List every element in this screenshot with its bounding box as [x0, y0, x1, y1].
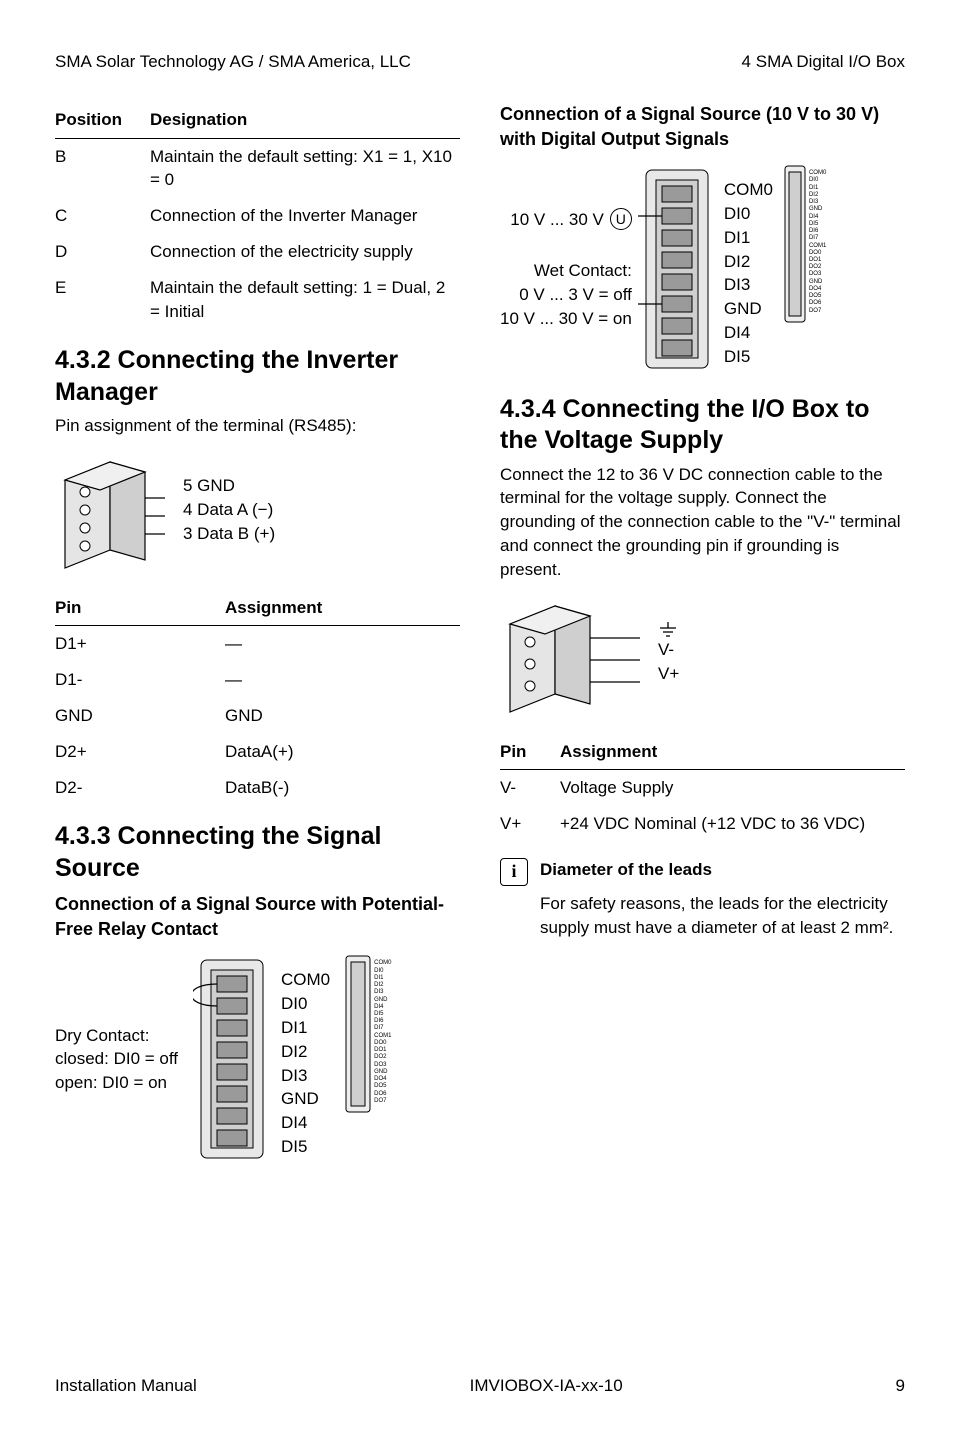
info-icon: i [500, 858, 528, 886]
tiny-labels: COM0DI0 DI1DI2 DI3GND DI4DI5 DI6DI7 COM1… [374, 954, 391, 1104]
term-label: COM0 [281, 968, 330, 992]
sec-434-title: 4.3.4 Connecting the I/O Box to the Volt… [500, 394, 905, 457]
pin-head-0: Pin [55, 590, 225, 626]
footer-left: Installation Manual [55, 1374, 197, 1398]
vpin-head-0: Pin [500, 734, 560, 770]
term-label: DI3 [281, 1064, 330, 1088]
module-icon [783, 164, 807, 324]
term-label: GND [281, 1087, 330, 1111]
header-left: SMA Solar Technology AG / SMA America, L… [55, 50, 411, 74]
right-top-title: Connection of a Signal Source (10 V to 3… [500, 102, 905, 152]
sec-433-title: 4.3.3 Connecting the Signal Source [55, 821, 460, 884]
figure-dry-contact: Dry Contact: closed: DI0 = off open: DI0… [55, 954, 460, 1164]
table-row: GNDGND [55, 698, 460, 734]
term-label: DI4 [281, 1111, 330, 1135]
term-label: DI0 [281, 992, 330, 1016]
table-row: CConnection of the Inverter Manager [55, 198, 460, 234]
term-label: DI5 [724, 345, 773, 369]
term-label: GND [724, 297, 773, 321]
vpin-head-1: Assignment [560, 734, 905, 770]
page-header: SMA Solar Technology AG / SMA America, L… [55, 50, 905, 74]
positions-table: Position Designation BMaintain the defau… [55, 102, 460, 330]
table-row: BMaintain the default setting: X1 = 1, X… [55, 138, 460, 198]
dry-line: Dry Contact: [55, 1024, 185, 1048]
pin-label: 3 Data B (+) [183, 522, 275, 546]
info-block: i Diameter of the leads For safety reaso… [500, 858, 905, 951]
term-label: DI4 [724, 321, 773, 345]
term-label: DI1 [724, 226, 773, 250]
sec-432-title: 4.3.2 Connecting the Inverter Manager [55, 345, 460, 408]
term-label: DI0 [724, 202, 773, 226]
term-label: COM0 [724, 178, 773, 202]
pin-table: Pin Assignment D1+— D1-— GNDGND D2+DataA… [55, 590, 460, 806]
fig-label: V- [658, 638, 679, 662]
dry-line: closed: DI0 = off [55, 1047, 185, 1071]
footer-right: 9 [896, 1374, 905, 1398]
wet-line: 10 V ... 30 V = on [500, 307, 632, 331]
figure-voltage: V- V+ [500, 594, 905, 714]
term-label: DI3 [724, 273, 773, 297]
sec-433-sub1: Connection of a Signal Source with Poten… [55, 892, 460, 942]
connector-icon [55, 450, 165, 570]
term-label: DI1 [281, 1016, 330, 1040]
table-row: DConnection of the electricity supply [55, 234, 460, 270]
right-column: Connection of a Signal Source (10 V to 3… [500, 102, 905, 1185]
left-column: Position Designation BMaintain the defau… [55, 102, 460, 1185]
sec-434-body: Connect the 12 to 36 V DC connection cab… [500, 463, 905, 582]
figure-rs485: 5 GND 4 Data A (−) 3 Data B (+) [55, 450, 460, 570]
table-row: D1+— [55, 626, 460, 662]
table-row: V++24 VDC Nominal (+12 VDC to 36 VDC) [500, 806, 905, 842]
positions-head-1: Designation [150, 102, 460, 138]
table-row: D2-DataB(-) [55, 770, 460, 806]
page-footer: Installation Manual IMVIOBOX-IA-xx-10 9 [55, 1374, 905, 1398]
pin-label: 4 Data A (−) [183, 498, 275, 522]
term-label: DI2 [281, 1040, 330, 1064]
dry-line: open: DI0 = on [55, 1071, 185, 1095]
voltage-pin-table: Pin Assignment V-Voltage Supply V++24 VD… [500, 734, 905, 842]
tiny-labels: COM0DI0 DI1DI2 DI3GND DI4DI5 DI6DI7 COM1… [809, 164, 826, 314]
wet-line: 0 V ... 3 V = off [500, 283, 632, 307]
table-row: D1-— [55, 662, 460, 698]
info-title: Diameter of the leads [540, 858, 905, 882]
ground-icon [658, 622, 678, 638]
voltage-source-icon: U [610, 208, 632, 230]
footer-center: IMVIOBOX-IA-xx-10 [470, 1374, 623, 1398]
terminal-8-icon [638, 164, 718, 374]
positions-head-0: Position [55, 102, 150, 138]
terminal-8-icon [193, 954, 273, 1164]
table-row: D2+DataA(+) [55, 734, 460, 770]
module-icon [344, 954, 372, 1114]
table-row: V-Voltage Supply [500, 770, 905, 806]
figure-wet-contact: 10 V ... 30 V U Wet Contact: 0 V ... 3 V… [500, 164, 905, 374]
fig-label: V+ [658, 662, 679, 686]
pin-head-1: Assignment [225, 590, 460, 626]
body-columns: Position Designation BMaintain the defau… [55, 102, 905, 1185]
info-body: For safety reasons, the leads for the el… [540, 892, 905, 940]
table-row: EMaintain the default setting: 1 = Dual,… [55, 270, 460, 330]
wet-line: Wet Contact: [500, 259, 632, 283]
connector-icon [500, 594, 640, 714]
sec-432-sub: Pin assignment of the terminal (RS485): [55, 414, 460, 438]
header-right: 4 SMA Digital I/O Box [742, 50, 905, 74]
term-label: DI2 [724, 250, 773, 274]
pin-label: 5 GND [183, 474, 275, 498]
term-label: DI5 [281, 1135, 330, 1159]
wet-line: 10 V ... 30 V [510, 208, 604, 232]
